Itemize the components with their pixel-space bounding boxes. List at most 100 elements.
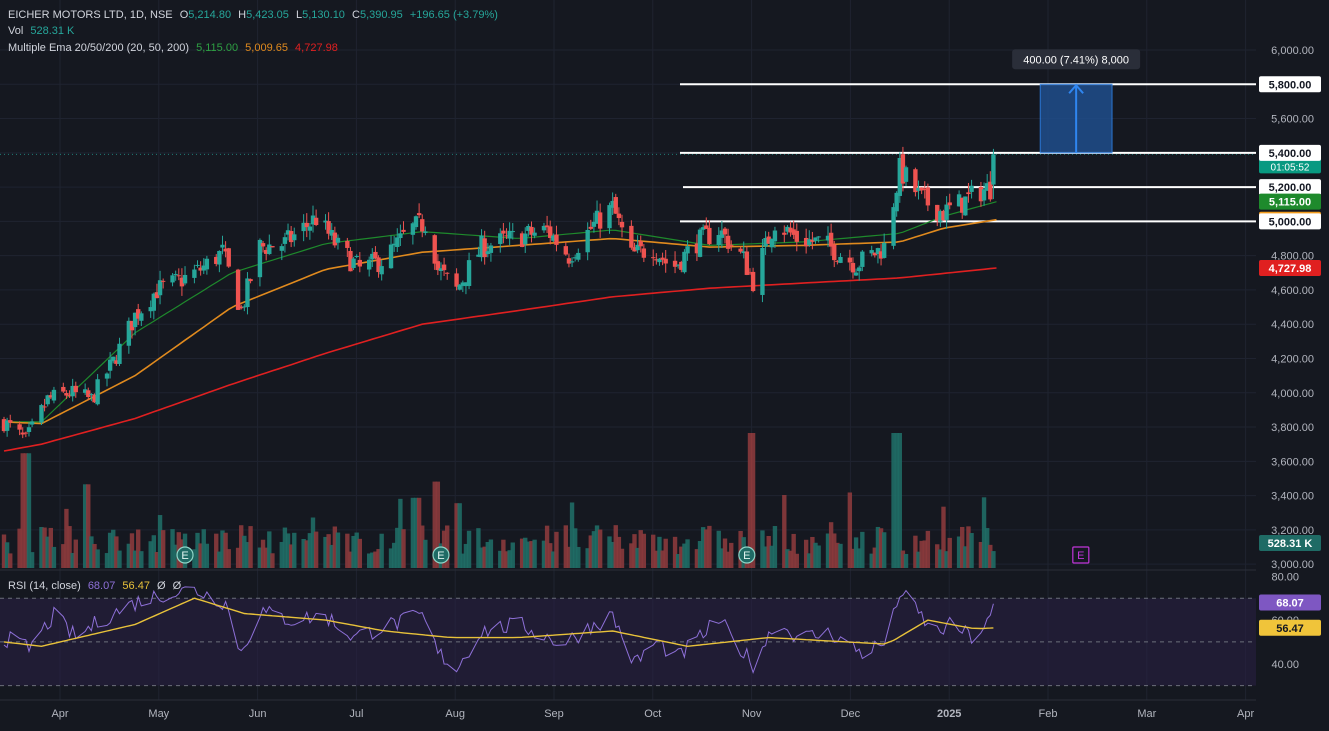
volume-bar — [160, 530, 166, 568]
candle-body — [523, 233, 528, 245]
volume-bar — [554, 531, 559, 568]
volume-bar — [29, 552, 35, 568]
candle-body — [466, 260, 472, 286]
candle-body — [217, 250, 222, 265]
ema50-value: 5,009.65 — [245, 42, 288, 54]
candle-body — [651, 257, 656, 259]
y-tick-label: 4,400.00 — [1271, 319, 1314, 331]
x-tick-label: 2025 — [937, 708, 961, 720]
price-tag: 4,727.98 — [1269, 263, 1312, 275]
candle-body — [641, 248, 647, 258]
volume-bar — [597, 529, 603, 568]
volume-bar — [641, 533, 647, 568]
x-tick-label: Apr — [51, 708, 68, 720]
candle-body — [725, 235, 731, 249]
candle-body — [107, 359, 113, 371]
candle-body — [566, 258, 572, 264]
candle-body — [61, 386, 66, 392]
ema20-value: 5,115.00 — [196, 42, 238, 54]
candle-body — [563, 246, 569, 255]
candle-body — [260, 243, 266, 247]
legend-line-2: Vol 528.31 K — [8, 25, 75, 37]
candle-body — [235, 269, 241, 310]
volume-bar — [816, 545, 821, 568]
candle-body — [750, 271, 756, 292]
volume-bar — [903, 553, 909, 568]
rsi-ma-value: 56.47 — [122, 580, 150, 592]
candle-body — [139, 313, 144, 321]
candle-body — [860, 251, 865, 267]
volume-bar — [794, 553, 799, 568]
candle-body — [838, 256, 843, 263]
legend-line-3: Multiple Ema 20/50/200 (20, 50, 200) 5,1… — [8, 42, 338, 54]
volume-bar — [925, 530, 931, 568]
candle-body — [73, 385, 78, 393]
candle-body — [195, 264, 200, 266]
volume-bar — [685, 539, 690, 568]
candle-body — [576, 252, 581, 260]
candle-body — [245, 278, 250, 308]
candle-body — [629, 225, 634, 248]
candle-body — [682, 251, 687, 273]
volume-bar — [357, 538, 363, 568]
rsi-label[interactable]: RSI (14, close) — [8, 580, 81, 592]
symbol-title[interactable]: EICHER MOTORS LTD, 1D, NSE — [8, 9, 173, 21]
rsi-tick-label: 40.00 — [1271, 659, 1299, 671]
volume-bar — [270, 553, 275, 568]
x-tick-label: Sep — [544, 708, 564, 720]
candle-body — [64, 393, 69, 396]
ema-label[interactable]: Multiple Ema 20/50/200 (20, 50, 200) — [8, 42, 189, 54]
candle-body — [420, 219, 425, 232]
candle-body — [832, 244, 837, 261]
volume-bar — [335, 532, 341, 568]
candle-body — [772, 230, 778, 242]
candle-body — [857, 267, 862, 272]
candle-body — [588, 226, 593, 229]
candle-body — [919, 187, 924, 191]
rsi-tag: 68.07 — [1276, 597, 1304, 609]
x-tick-label: Feb — [1039, 708, 1058, 720]
volume-label: Vol — [8, 25, 23, 37]
candle-body — [279, 246, 284, 251]
candle-body — [282, 237, 288, 244]
candle-body — [441, 264, 447, 271]
open-value: 5,214.80 — [188, 9, 231, 21]
x-tick-label: Mar — [1137, 708, 1156, 720]
volume-bar — [838, 543, 843, 568]
candle-body — [248, 279, 253, 282]
candle-body — [613, 197, 618, 214]
candle-body — [891, 207, 896, 246]
candle-body — [345, 240, 350, 248]
volume-bar — [991, 551, 996, 568]
candle-body — [270, 246, 275, 248]
candle-body — [413, 216, 419, 228]
price-tag: 5,000.00 — [1269, 216, 1312, 228]
candle-body — [307, 226, 313, 231]
legend-line-1: EICHER MOTORS LTD, 1D, NSE O5,214.80 H5,… — [8, 9, 498, 21]
candle-body — [697, 229, 703, 257]
ema200-value: 4,727.98 — [295, 42, 338, 54]
volume-bar — [73, 539, 78, 568]
y-tick-label: 4,200.00 — [1271, 353, 1314, 365]
candle-body — [29, 421, 35, 425]
rsi-extra-2: Ø — [173, 580, 182, 592]
candle-body — [963, 196, 968, 216]
chart-svg[interactable]: 400.00 (7.41%) 8,000 E E E E 6,000.00 5,800.… — [0, 0, 1329, 726]
rsi-value: 68.07 — [88, 580, 116, 592]
candle-body — [335, 237, 341, 243]
candle-body — [157, 280, 163, 296]
candle-body — [501, 230, 506, 234]
price-axis[interactable]: 6,000.00 5,800.00 5,600.00 5,400.00 5,200.00… — [1256, 0, 1329, 726]
candle-body — [220, 244, 225, 248]
y-tick-label: 5,600.00 — [1271, 114, 1314, 126]
candle-body — [445, 272, 450, 274]
volume-bar — [248, 526, 253, 568]
candle-body — [947, 202, 952, 206]
price-tag: 5,200.00 — [1269, 182, 1312, 194]
candle-body — [95, 379, 100, 405]
volume-bar — [313, 531, 319, 568]
volume-tag: 528.31 K — [1268, 538, 1313, 550]
candle-body — [86, 390, 91, 397]
volume-bar — [8, 553, 13, 568]
price-tag: 5,115.00 — [1269, 197, 1311, 209]
